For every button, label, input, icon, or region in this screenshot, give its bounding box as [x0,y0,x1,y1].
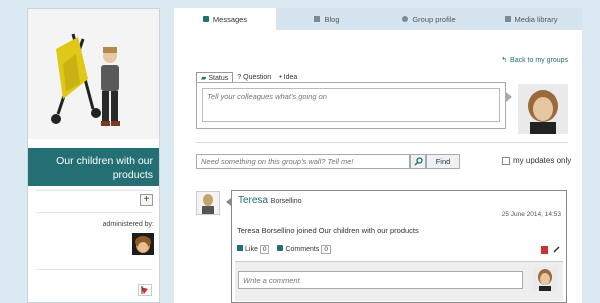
tab-label: Blog [324,14,340,24]
status-pointer [506,92,512,102]
search-button[interactable] [410,154,426,169]
comments-button[interactable]: Comments 0 [277,245,331,254]
tab-bar: Messages Blog Group profile Media librar… [174,8,582,30]
post-actions: Like 0 Comments 0 [237,245,331,254]
post-author-avatar[interactable] [196,191,220,215]
administered-by-label: administered by: [102,221,154,228]
find-button[interactable]: Find [426,154,460,169]
tab-group-profile[interactable]: Group profile [378,8,480,30]
tab-label: Media library [514,14,558,24]
post-author[interactable]: Teresa Borsellino [238,195,302,206]
user-avatar [518,84,568,134]
tab-label: Group profile [412,14,456,24]
speech-bubble-icon [277,245,284,251]
pencil-icon[interactable] [553,246,560,253]
add-button[interactable]: + [140,194,153,206]
admin-avatar[interactable] [132,233,154,255]
checkbox[interactable] [502,156,510,165]
speech-bubble-icon [202,16,209,22]
back-to-groups-link[interactable]: ↰ Back to my groups [501,56,568,65]
post-timestamp: 25 June 2014, 14:53 [501,211,561,218]
report-icon[interactable] [138,284,152,296]
tab-label: Messages [212,14,248,24]
status-box [196,82,506,129]
my-updates-checkbox[interactable]: my updates only [502,156,571,165]
divider [196,142,568,143]
comments-count: 0 [321,245,331,254]
trash-icon[interactable] [541,246,548,254]
divider [36,190,152,191]
post-text: Teresa Borsellino joined Our children wi… [237,226,419,235]
group-title: Our children with our products [28,148,159,186]
group-photo [28,9,159,139]
speech-bubble-icon: ▰ [201,75,207,82]
tab-blog[interactable]: Blog [276,8,378,30]
wall-search-input[interactable] [196,154,410,169]
like-count: 0 [259,245,270,254]
divider [36,269,152,270]
divider [36,212,152,213]
tab-media-library[interactable]: Media library [480,8,582,30]
user-icon [402,16,409,22]
question-icon: ? [237,74,242,81]
tab-messages[interactable]: Messages [174,8,276,30]
image-icon [504,16,511,22]
main-panel: Messages Blog Group profile Media librar… [174,8,582,303]
status-input[interactable] [202,88,500,122]
like-button[interactable]: Like 0 [237,245,270,254]
search-icon [413,157,423,166]
commenter-avatar [533,267,557,291]
group-sidebar: Our children with our products + adminis… [27,8,160,303]
lightbulb-icon: • [279,74,282,81]
back-arrow-icon: ↰ [501,57,508,64]
comment-input[interactable] [238,271,523,289]
post-card: Teresa Borsellino 25 June 2014, 14:53 Te… [231,190,567,303]
comment-area [235,261,563,301]
thumbs-up-icon [237,245,243,251]
document-icon [314,16,321,22]
